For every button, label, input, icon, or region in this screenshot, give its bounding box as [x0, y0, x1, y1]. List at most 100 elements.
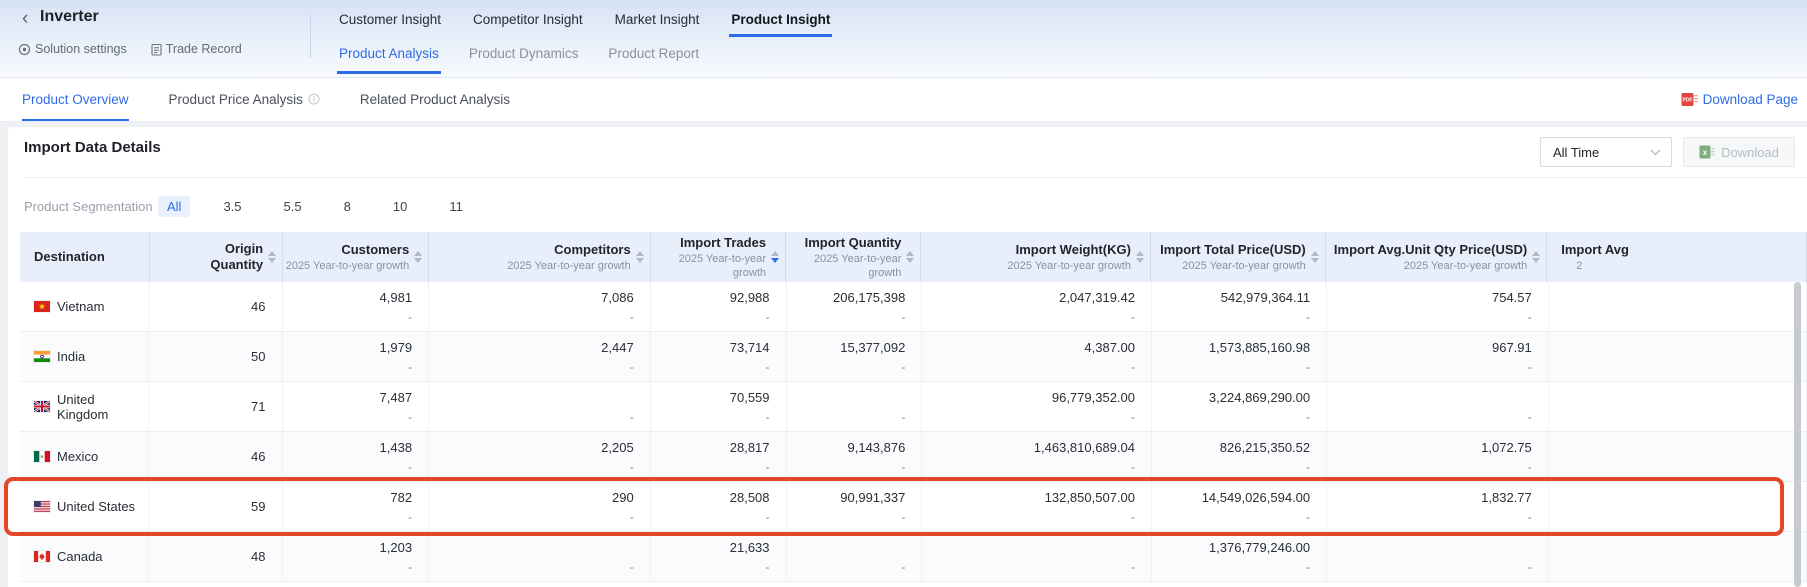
import-weight-cell: 1,463,810,689.04-: [922, 432, 1152, 481]
column-header-import-trades[interactable]: Import Trades2025 Year-to-year growth: [651, 232, 786, 282]
origin-quantity-link[interactable]: 46: [251, 447, 265, 467]
import-trades-value[interactable]: 28,817: [651, 438, 770, 458]
back-icon[interactable]: ‹: [22, 8, 28, 30]
trade-record-button[interactable]: Trade Record: [151, 42, 242, 56]
vertical-scrollbar[interactable]: [1794, 282, 1801, 587]
column-header-import-quantity[interactable]: Import Quantity2025 Year-to-year growth: [786, 232, 921, 282]
import-trades-value[interactable]: 92,988: [651, 288, 770, 308]
column-header-origin-quantity[interactable]: Origin Quantity: [150, 232, 283, 282]
sort-arrows-icon[interactable]: [1311, 251, 1319, 263]
import-quantity-cell: 15,377,092-: [787, 332, 923, 381]
destination-cell[interactable]: United Kingdom: [20, 382, 149, 431]
import-weight-growth: -: [922, 508, 1135, 526]
sort-desc-caret: [771, 258, 779, 263]
destination-cell[interactable]: India: [20, 332, 149, 381]
column-header-competitors[interactable]: Competitors2025 Year-to-year growth: [429, 232, 650, 282]
import-trades-value[interactable]: 70,559: [651, 388, 770, 408]
sort-arrows-icon[interactable]: [771, 251, 779, 263]
sort-arrows-icon[interactable]: [414, 251, 422, 263]
column-title: Destination: [34, 249, 105, 265]
column-title: Import Trades: [651, 235, 766, 251]
sort-desc-caret: [636, 258, 644, 263]
column-header-customers[interactable]: Customers2025 Year-to-year growth: [283, 232, 429, 282]
import-weight-growth: -: [922, 358, 1135, 376]
origin-quantity-link[interactable]: 46: [251, 297, 265, 317]
origin-quantity-link[interactable]: 59: [251, 497, 265, 517]
import-avg-price-cell: 1,072.75-: [1327, 432, 1549, 481]
segmentation-option-10[interactable]: 10: [384, 196, 416, 217]
origin-quantity-link[interactable]: 71: [251, 397, 265, 417]
main-tab-market-insight[interactable]: Market Insight: [613, 6, 702, 37]
competitors-growth: -: [429, 508, 634, 526]
competitors-value: 2,447: [429, 338, 634, 358]
import-quantity-value: 15,377,092: [787, 338, 906, 358]
sort-arrows-icon[interactable]: [906, 251, 914, 263]
import-avg-price-growth: -: [1327, 308, 1532, 326]
sort-arrows-icon[interactable]: [1136, 251, 1144, 263]
import-weight-value: 96,779,352.00: [922, 388, 1135, 408]
main-tab-product-insight[interactable]: Product Insight: [729, 6, 832, 37]
column-header-import-avg-unit-qty-price-usd[interactable]: Import Avg.Unit Qty Price(USD)2025 Year-…: [1326, 232, 1547, 282]
column-header-import-total-price-usd[interactable]: Import Total Price(USD)2025 Year-to-year…: [1151, 232, 1326, 282]
page-tab-product-price-analysis[interactable]: Product Price Analysis: [169, 78, 320, 121]
destination-cell[interactable]: United States: [20, 482, 149, 531]
sort-arrows-icon[interactable]: [636, 251, 644, 263]
segmentation-option-all[interactable]: All: [158, 196, 190, 217]
sort-desc-caret: [1136, 258, 1144, 263]
import-avg-price-cell: 1,832.77-: [1327, 482, 1549, 531]
flag-uk-icon: [34, 401, 50, 412]
column-subtitle: 2025 Year-to-year growth: [286, 259, 410, 273]
page-tab-product-overview[interactable]: Product Overview: [22, 78, 129, 121]
solution-settings-button[interactable]: Solution settings: [18, 42, 127, 56]
import-data-card: Import Data Details All Time x Download …: [8, 127, 1807, 587]
time-filter-select[interactable]: All Time: [1540, 137, 1672, 167]
segmentation-option-8[interactable]: 8: [335, 196, 360, 217]
flag-vietnam-icon: [34, 301, 50, 312]
destination-cell[interactable]: Mexico: [20, 432, 149, 481]
page-tab-label: Related Product Analysis: [360, 92, 510, 107]
import-total-price-value: 14,549,026,594.00: [1152, 488, 1310, 508]
competitors-growth: -: [429, 358, 634, 376]
extra-cell: [1549, 532, 1807, 581]
sub-tab-product-report[interactable]: Product Report: [606, 43, 701, 74]
import-weight-value: [922, 538, 1135, 558]
import-trades-value[interactable]: 73,714: [651, 338, 770, 358]
import-trades-value[interactable]: 28,508: [651, 488, 770, 508]
column-title: Import Avg.Unit Qty Price(USD): [1334, 242, 1527, 258]
origin-quantity-link[interactable]: 48: [251, 547, 265, 567]
column-header-import-weight-kg[interactable]: Import Weight(KG)2025 Year-to-year growt…: [921, 232, 1151, 282]
sort-asc-caret: [1532, 251, 1540, 256]
column-title: Competitors: [507, 242, 631, 258]
download-button[interactable]: x Download: [1683, 137, 1795, 167]
sort-arrows-icon[interactable]: [268, 251, 276, 263]
destination-cell[interactable]: Canada: [20, 532, 149, 581]
import-avg-price-cell: 967.91-: [1327, 332, 1549, 381]
page-tab-label: Product Overview: [22, 92, 129, 107]
origin-quantity-link[interactable]: 50: [251, 347, 265, 367]
main-tab-customer-insight[interactable]: Customer Insight: [337, 6, 443, 37]
sort-desc-caret: [1532, 258, 1540, 263]
import-total-price-growth: -: [1152, 358, 1310, 376]
segmentation-option-3-5[interactable]: 3.5: [214, 196, 250, 217]
segmentation-option-11[interactable]: 11: [440, 196, 472, 217]
sub-tab-product-analysis[interactable]: Product Analysis: [337, 43, 441, 74]
import-total-price-growth: -: [1152, 308, 1310, 326]
column-header-destination: Destination: [20, 232, 150, 282]
download-button-label: Download: [1721, 145, 1779, 160]
import-total-price-cell: 3,224,869,290.00-: [1152, 382, 1327, 431]
column-subtitle: 2025 Year-to-year growth: [786, 252, 901, 280]
svg-text:PDF: PDF: [1682, 98, 1692, 104]
page-tab-related-product-analysis[interactable]: Related Product Analysis: [360, 78, 510, 121]
card-title: Import Data Details: [24, 139, 161, 156]
segmentation-option-5-5[interactable]: 5.5: [275, 196, 311, 217]
sort-desc-caret: [1311, 258, 1319, 263]
destination-cell[interactable]: Vietnam: [20, 282, 149, 331]
import-total-price-cell: 1,573,885,160.98-: [1152, 332, 1327, 381]
download-page-link[interactable]: PDF Download Page: [1681, 78, 1798, 121]
import-trades-cell: 70,559-: [651, 382, 787, 431]
segmentation-options: All 3.5 5.5 8 10 11: [158, 196, 472, 217]
import-trades-value[interactable]: 21,633: [651, 538, 770, 558]
sort-arrows-icon[interactable]: [1532, 251, 1540, 263]
sub-tab-product-dynamics[interactable]: Product Dynamics: [467, 43, 581, 74]
main-tab-competitor-insight[interactable]: Competitor Insight: [471, 6, 585, 37]
